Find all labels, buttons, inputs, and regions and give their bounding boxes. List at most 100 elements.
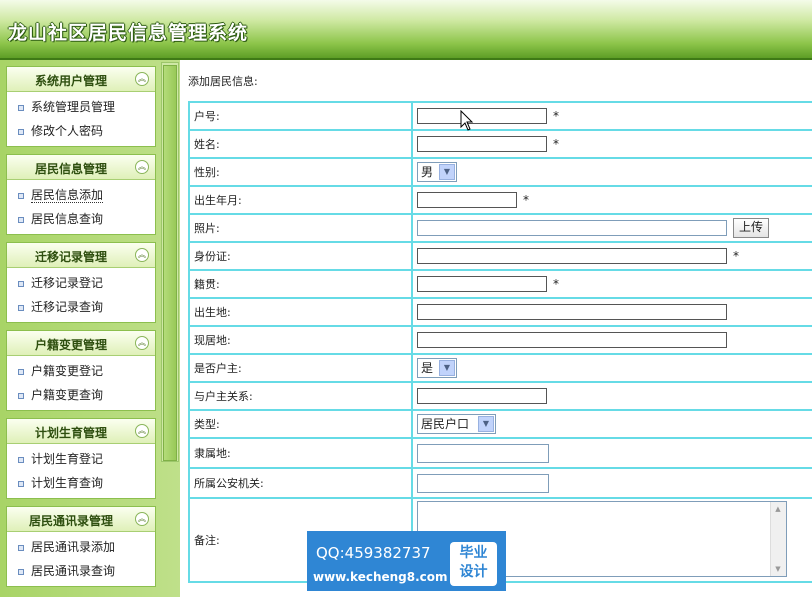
police-input[interactable] [417,473,549,493]
watermark-qq: QQ:459382737 [316,544,431,562]
bullet-icon [18,129,24,135]
bullet-icon [18,569,24,575]
panel-title: 户籍变更管理 [34,338,107,352]
sidebar-item-address-query[interactable]: 居民通讯录查询 [7,559,155,583]
required-mark: * [553,277,559,291]
bullet-icon [18,393,24,399]
watermark-url: www.kecheng8.com [313,570,448,584]
label-belong: 隶属地: [188,437,413,469]
bullet-icon [18,193,24,199]
sidebar-item-resident-query[interactable]: 居民信息查询 [7,207,155,231]
bullet-icon [18,105,24,111]
gender-select[interactable]: 男 ▼ [417,162,457,182]
label-relation: 与户主关系: [188,381,413,411]
double-chevron-up-icon[interactable]: ︽ [135,336,149,350]
panel-header[interactable]: 居民通讯录管理 ︽ [7,507,155,532]
is-head-select[interactable]: 是 ▼ [417,358,457,378]
double-chevron-up-icon[interactable]: ︽ [135,424,149,438]
label-police: 所属公安机关: [188,467,413,499]
sidebar-panel-migration: 迁移记录管理 ︽ 迁移记录登记 迁移记录查询 [6,242,156,323]
label-photo: 照片: [188,213,413,243]
mouse-cursor-icon [460,110,474,131]
bullet-icon [18,217,24,223]
panel-header[interactable]: 迁移记录管理 ︽ [7,243,155,268]
required-mark: * [553,137,559,151]
photo-input[interactable] [417,220,727,236]
chevron-down-icon: ▼ [439,164,455,180]
residence-input[interactable] [417,332,727,348]
sidebar-item-planning-query[interactable]: 计划生育查询 [7,471,155,495]
double-chevron-up-icon[interactable]: ︽ [135,512,149,526]
panel-header[interactable]: 户籍变更管理 ︽ [7,331,155,356]
panel-title: 系统用户管理 [34,74,107,88]
textarea-scrollbar[interactable]: ▲ ▼ [770,501,786,576]
watermark-badge: 毕业 设计 [450,542,497,586]
required-mark: * [523,193,529,207]
panel-title: 居民信息管理 [34,162,107,176]
sidebar-item-change-password[interactable]: 修改个人密码 [7,119,155,143]
bullet-icon [18,545,24,551]
bullet-icon [18,281,24,287]
label-native: 籍贯: [188,269,413,299]
sidebar-panel-address-book: 居民通讯录管理 ︽ 居民通讯录添加 居民通讯录查询 [6,506,156,587]
chevron-down-icon: ▼ [478,416,494,432]
double-chevron-up-icon[interactable]: ︽ [135,248,149,262]
watermark: QQ:459382737 www.kecheng8.com 毕业 设计 [307,531,506,591]
panel-header[interactable]: 计划生育管理 ︽ [7,419,155,444]
sidebar-item-change-register[interactable]: 户籍变更登记 [7,359,155,383]
panel-header[interactable]: 居民信息管理 ︽ [7,155,155,180]
birth-input[interactable] [417,192,517,208]
scroll-up-icon[interactable]: ▲ [772,503,784,515]
panel-title: 迁移记录管理 [34,250,107,264]
birthplace-input[interactable] [417,304,727,320]
sidebar-item-planning-register[interactable]: 计划生育登记 [7,447,155,471]
sidebar-item-change-query[interactable]: 户籍变更查询 [7,383,155,407]
label-residence: 现居地: [188,325,413,355]
chevron-down-icon: ▼ [439,360,455,376]
double-chevron-up-icon[interactable]: ︽ [135,72,149,86]
app-header: 龙山社区居民信息管理系统 [0,0,812,60]
id-card-input[interactable] [417,248,727,264]
upload-button[interactable]: 上传 [733,218,770,238]
label-name: 姓名: [188,129,413,159]
sidebar-item-migration-query[interactable]: 迁移记录查询 [7,295,155,319]
page-title: 添加居民信息: [188,75,258,88]
bullet-icon [18,481,24,487]
label-type: 类型: [188,409,413,439]
sidebar-item-migration-register[interactable]: 迁移记录登记 [7,271,155,295]
label-gender: 性别: [188,157,413,187]
scrollbar-thumb[interactable] [163,65,177,461]
panel-title: 计划生育管理 [34,426,107,440]
label-hukou-no: 户号: [188,101,413,131]
resident-form: 户号: * 姓名: * 性别: 男 ▼ 出生年月: * 照片: 上传 身份证: *… [188,101,812,583]
sidebar-item-admin-manage[interactable]: 系统管理员管理 [7,95,155,119]
sidebar: 系统用户管理 ︽ 系统管理员管理 修改个人密码 居民信息管理 ︽ 居民信息添加 … [0,60,180,597]
bullet-icon [18,457,24,463]
sidebar-panel-system-users: 系统用户管理 ︽ 系统管理员管理 修改个人密码 [6,66,156,147]
label-birth: 出生年月: [188,185,413,215]
belong-input[interactable] [417,443,549,463]
sidebar-panel-family-planning: 计划生育管理 ︽ 计划生育登记 计划生育查询 [6,418,156,499]
type-select[interactable]: 居民户口 ▼ [417,414,496,434]
panel-header[interactable]: 系统用户管理 ︽ [7,67,155,92]
required-mark: * [733,249,739,263]
native-input[interactable] [417,276,547,292]
app-title: 龙山社区居民信息管理系统 [8,22,249,44]
label-birthplace: 出生地: [188,297,413,327]
sidebar-item-address-add[interactable]: 居民通讯录添加 [7,535,155,559]
sidebar-item-resident-add[interactable]: 居民信息添加 [7,183,155,207]
bullet-icon [18,305,24,311]
sidebar-panel-resident-info: 居民信息管理 ︽ 居民信息添加 居民信息查询 [6,154,156,235]
label-is-head: 是否户主: [188,353,413,383]
hukou-no-input[interactable] [417,108,547,124]
double-chevron-up-icon[interactable]: ︽ [135,160,149,174]
relation-input[interactable] [417,388,547,404]
scroll-down-icon[interactable]: ▼ [772,563,784,575]
sidebar-panel-household-change: 户籍变更管理 ︽ 户籍变更登记 户籍变更查询 [6,330,156,411]
name-input[interactable] [417,136,547,152]
bullet-icon [18,369,24,375]
required-mark: * [553,109,559,123]
label-id-card: 身份证: [188,241,413,271]
sidebar-scrollbar[interactable] [161,62,179,462]
panel-title: 居民通讯录管理 [28,514,113,528]
